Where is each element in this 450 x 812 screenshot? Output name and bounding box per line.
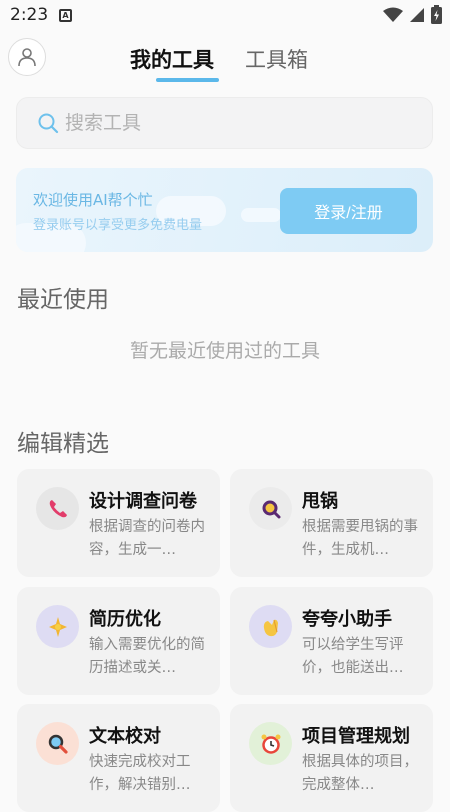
clap-icon — [263, 619, 278, 636]
recent-empty-text: 暂无最近使用过的工具 — [129, 340, 320, 362]
search-icon — [48, 734, 68, 754]
phone-icon — [49, 499, 67, 517]
tool-card-desc: 快速完成校对工作，解决错别… — [89, 754, 191, 793]
banner-decoration — [241, 208, 281, 222]
notification-icon: A — [59, 9, 72, 22]
banner-subtitle: 登录账号以享受更多免费电量 — [33, 218, 203, 233]
tab-toolbox[interactable]: 工具箱 — [245, 44, 308, 74]
tool-card-resume[interactable]: 简历优化 输入需要优化的简历描述或关… — [17, 587, 220, 695]
tool-card-icon-bg — [249, 487, 292, 530]
tool-card-name: 甩锅 — [302, 491, 338, 512]
magnifier-icon — [262, 500, 280, 518]
search-bar[interactable] — [16, 97, 433, 149]
sparkle-icon — [48, 616, 67, 637]
tool-card-name: 夸夸小助手 — [302, 609, 392, 630]
status-bar: 2:23 A — [0, 0, 450, 32]
signal-icon — [410, 7, 424, 22]
recent-section-title: 最近使用 — [17, 287, 109, 313]
alarm-clock-icon — [261, 734, 280, 754]
tool-card-icon-bg — [36, 722, 79, 765]
tool-card-survey[interactable]: 设计调查问卷 根据调查的问卷内容，生成一… — [17, 469, 220, 577]
tool-card-desc: 可以给学生写评价，也能送出… — [302, 637, 404, 676]
tool-card-icon-bg — [249, 605, 292, 648]
tool-card-desc: 根据需要甩锅的事件，生成机… — [302, 519, 418, 558]
tool-card-name: 文本校对 — [89, 726, 161, 747]
battery-icon — [431, 5, 442, 24]
tab-my-tools[interactable]: 我的工具 — [130, 44, 214, 74]
tool-card-blame[interactable]: 甩锅 根据需要甩锅的事件，生成机… — [230, 469, 433, 577]
tool-card-desc: 根据调查的问卷内容，生成一… — [89, 519, 205, 558]
avatar[interactable] — [8, 38, 46, 76]
tool-card-icon-bg — [36, 605, 79, 648]
header: 我的工具 工具箱 — [0, 36, 450, 84]
tool-card-praise[interactable]: 夸夸小助手 可以给学生写评价，也能送出… — [230, 587, 433, 695]
wifi-icon — [383, 7, 403, 22]
tool-card-desc: 输入需要优化的简历描述或关… — [89, 637, 205, 676]
tool-card-icon-bg — [36, 487, 79, 530]
login-banner: 欢迎使用AI帮个忙 登录账号以享受更多免费电量 登录/注册 — [16, 168, 433, 252]
tool-card-name: 设计调查问卷 — [89, 491, 197, 512]
user-icon — [18, 48, 36, 67]
system-icons — [383, 5, 442, 24]
search-input[interactable] — [65, 112, 385, 134]
tool-card-desc: 根据具体的项目，完成整体… — [302, 754, 418, 793]
tool-card-name: 项目管理规划 — [302, 726, 410, 747]
tab-indicator — [156, 78, 219, 82]
tool-card-project-plan[interactable]: 项目管理规划 根据具体的项目，完成整体… — [230, 704, 433, 812]
picks-section-title: 编辑精选 — [17, 431, 109, 457]
tool-card-proofread[interactable]: 文本校对 快速完成校对工作，解决错别… — [17, 704, 220, 812]
tool-card-name: 简历优化 — [89, 609, 161, 630]
tool-card-icon-bg — [249, 722, 292, 765]
status-time: 2:23 — [10, 5, 49, 25]
login-register-button[interactable]: 登录/注册 — [280, 188, 417, 234]
banner-title: 欢迎使用AI帮个忙 — [33, 191, 153, 209]
search-icon — [38, 113, 59, 134]
